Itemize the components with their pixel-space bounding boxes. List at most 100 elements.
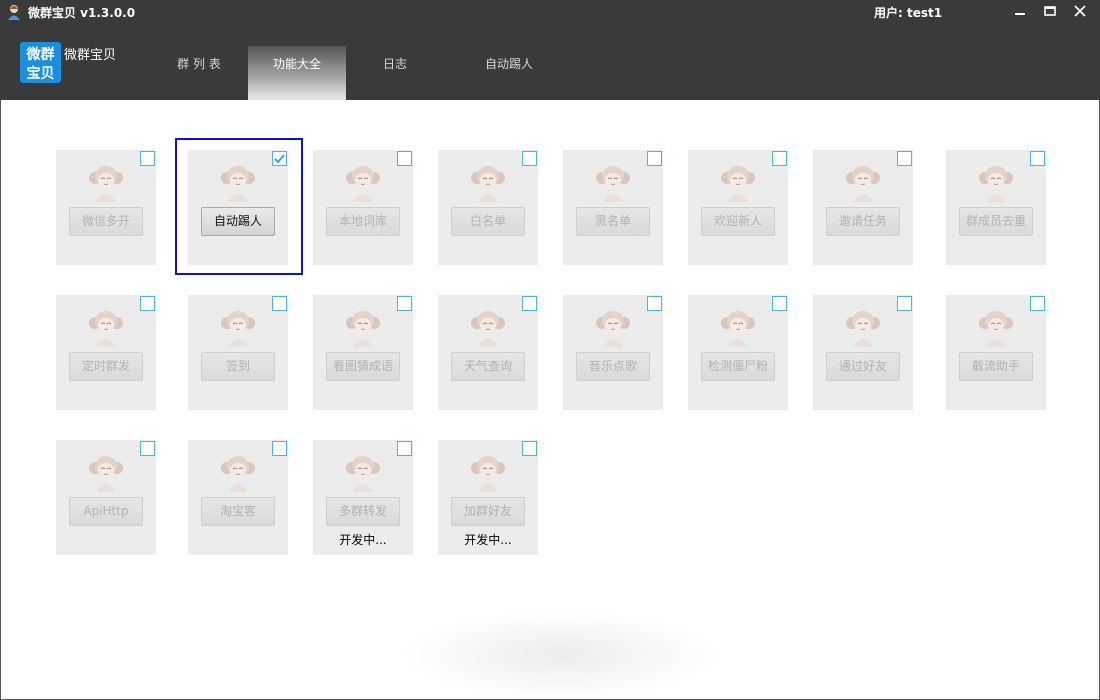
- watermark: [401, 610, 721, 700]
- girl-avatar-icon: [721, 166, 755, 202]
- tab-auto-kick[interactable]: 自动踢人: [460, 46, 558, 100]
- feature-checkbox[interactable]: [772, 296, 787, 311]
- feature-button[interactable]: 天气查询: [451, 352, 525, 381]
- feature-checkbox[interactable]: [397, 296, 412, 311]
- checkmark-icon: [274, 154, 285, 164]
- feature-card[interactable]: 黑名单: [563, 150, 663, 265]
- tab-label: 功能大全: [272, 57, 321, 71]
- feature-button[interactable]: 微信多开: [69, 207, 143, 236]
- window-title: 微群宝贝 v1.3.0.0: [28, 6, 136, 20]
- feature-card[interactable]: 天气查询: [438, 295, 538, 410]
- brand-name: 微群宝贝: [64, 48, 117, 63]
- feature-button[interactable]: ApiHttp: [69, 497, 143, 526]
- feature-card[interactable]: 检测僵尸粉: [688, 295, 788, 410]
- feature-card[interactable]: 淘宝客: [188, 440, 288, 555]
- feature-button[interactable]: 检测僵尸粉: [701, 352, 775, 381]
- feature-button[interactable]: 音乐点歌: [576, 352, 650, 381]
- feature-button[interactable]: 加群好友: [451, 497, 525, 526]
- brand-logo-graphic: 微群 宝贝: [26, 46, 55, 82]
- girl-avatar-icon: [596, 166, 630, 202]
- tab-label: 日志: [382, 57, 407, 71]
- feature-checkbox[interactable]: [897, 151, 912, 166]
- feature-checkbox[interactable]: [647, 296, 662, 311]
- tab-label: 群 列 表: [177, 57, 221, 71]
- feature-button[interactable]: 欢迎新人: [701, 207, 775, 236]
- minimize-button[interactable]: [1005, 0, 1035, 22]
- feature-checkbox[interactable]: [272, 296, 287, 311]
- feature-checkbox[interactable]: [140, 151, 155, 166]
- app-avatar-icon: [8, 5, 20, 20]
- feature-button[interactable]: 白名单: [451, 207, 525, 236]
- feature-checkbox[interactable]: [1030, 296, 1045, 311]
- girl-avatar-icon: [221, 311, 255, 347]
- girl-avatar-icon: [979, 311, 1013, 347]
- feature-button[interactable]: 邀请任务: [826, 207, 900, 236]
- feature-checkbox[interactable]: [897, 296, 912, 311]
- girl-avatar-icon: [346, 166, 380, 202]
- feature-checkbox[interactable]: [1030, 151, 1045, 166]
- feature-card[interactable]: 邀请任务: [813, 150, 913, 265]
- feature-card[interactable]: 签到: [188, 295, 288, 410]
- feature-card[interactable]: 微信多开: [56, 150, 156, 265]
- feature-card[interactable]: 群成员去重: [946, 150, 1046, 265]
- header-bar: 微群宝贝 v1.3.0.0 用户: test1 微群 宝贝 微群宝贝 群 列 表…: [0, 0, 1100, 100]
- dev-status-note: 开发中...: [339, 533, 387, 547]
- feature-checkbox[interactable]: [397, 441, 412, 456]
- maximize-button[interactable]: [1035, 0, 1065, 22]
- girl-avatar-icon: [89, 166, 123, 202]
- feature-card[interactable]: 定时群发: [56, 295, 156, 410]
- girl-avatar-icon: [471, 166, 505, 202]
- feature-card[interactable]: 看图猜成语: [313, 295, 413, 410]
- feature-button[interactable]: 通过好友: [826, 352, 900, 381]
- girl-avatar-icon: [221, 456, 255, 492]
- feature-checkbox[interactable]: [522, 296, 537, 311]
- feature-card[interactable]: 音乐点歌: [563, 295, 663, 410]
- girl-avatar-icon: [596, 311, 630, 347]
- girl-avatar-icon: [471, 311, 505, 347]
- feature-button[interactable]: 多群转发: [326, 497, 400, 526]
- feature-checkbox[interactable]: [772, 151, 787, 166]
- feature-button[interactable]: 看图猜成语: [326, 352, 400, 381]
- close-icon: [1074, 5, 1086, 17]
- feature-button[interactable]: 自动踢人: [201, 207, 275, 236]
- feature-card[interactable]: 白名单: [438, 150, 538, 265]
- feature-card[interactable]: 欢迎新人: [688, 150, 788, 265]
- tab-features[interactable]: 功能大全: [248, 46, 346, 100]
- girl-avatar-icon: [346, 456, 380, 492]
- feature-card[interactable]: 截流助手: [946, 295, 1046, 410]
- user-label: 用户: test1: [874, 6, 943, 20]
- feature-card[interactable]: 通过好友: [813, 295, 913, 410]
- title-bar: 微群宝贝 v1.3.0.0 用户: test1: [0, 0, 1100, 24]
- feature-button[interactable]: 签到: [201, 352, 275, 381]
- feature-button[interactable]: 黑名单: [576, 207, 650, 236]
- feature-checkbox[interactable]: [647, 151, 662, 166]
- girl-avatar-icon: [846, 166, 880, 202]
- feature-panel: 微信多开 自动踢人 本地词库 白名单 黑名单 欢迎新人 邀请任务 群成员去重定时群发 签到 看图猜…: [0, 100, 1100, 700]
- feature-checkbox[interactable]: [397, 151, 412, 166]
- girl-avatar-icon: [89, 311, 123, 347]
- feature-button[interactable]: 淘宝客: [201, 497, 275, 526]
- tab-log[interactable]: 日志: [346, 46, 444, 100]
- girl-avatar-icon: [89, 456, 123, 492]
- feature-card[interactable]: 多群转发开发中...: [313, 440, 413, 555]
- tab-label: 自动踢人: [484, 57, 533, 71]
- feature-checkbox[interactable]: [522, 151, 537, 166]
- feature-button[interactable]: 截流助手: [959, 352, 1033, 381]
- feature-card[interactable]: ApiHttp: [56, 440, 156, 555]
- feature-button[interactable]: 定时群发: [69, 352, 143, 381]
- feature-checkbox[interactable]: [522, 441, 537, 456]
- girl-avatar-icon: [979, 166, 1013, 202]
- feature-card[interactable]: 加群好友 开发中...: [438, 440, 538, 555]
- feature-button[interactable]: 群成员去重: [959, 207, 1033, 236]
- brand-logo: 微群 宝贝: [20, 42, 61, 83]
- feature-checkbox[interactable]: [140, 296, 155, 311]
- feature-checkbox[interactable]: [272, 441, 287, 456]
- tab-group-list[interactable]: 群 列 表: [150, 46, 248, 100]
- feature-button[interactable]: 本地词库: [326, 207, 400, 236]
- feature-card[interactable]: 自动踢人: [188, 150, 288, 265]
- close-button[interactable]: [1065, 0, 1095, 22]
- feature-checkbox[interactable]: [140, 441, 155, 456]
- feature-card[interactable]: 本地词库: [313, 150, 413, 265]
- girl-avatar-icon: [721, 311, 755, 347]
- feature-checkbox[interactable]: [272, 151, 287, 166]
